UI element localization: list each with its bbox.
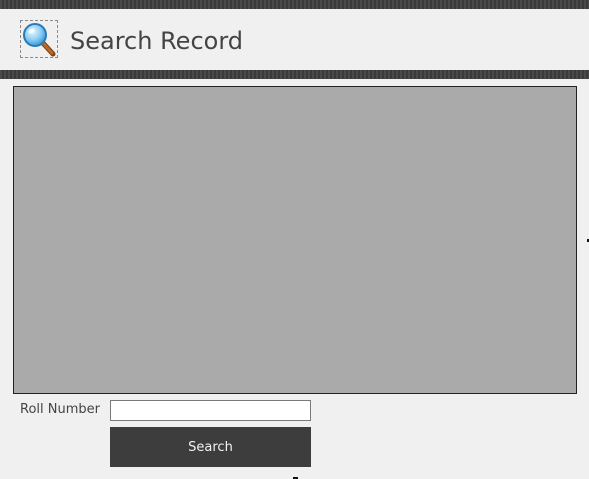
roll-number-label: Roll Number [20,402,100,417]
page-title: Search Record [70,27,244,55]
record-display-panel [13,86,577,394]
roll-number-input[interactable] [110,400,311,421]
top-divider [0,0,589,9]
search-button[interactable]: Search [110,427,311,467]
header-divider [0,70,589,79]
search-icon [20,20,58,58]
